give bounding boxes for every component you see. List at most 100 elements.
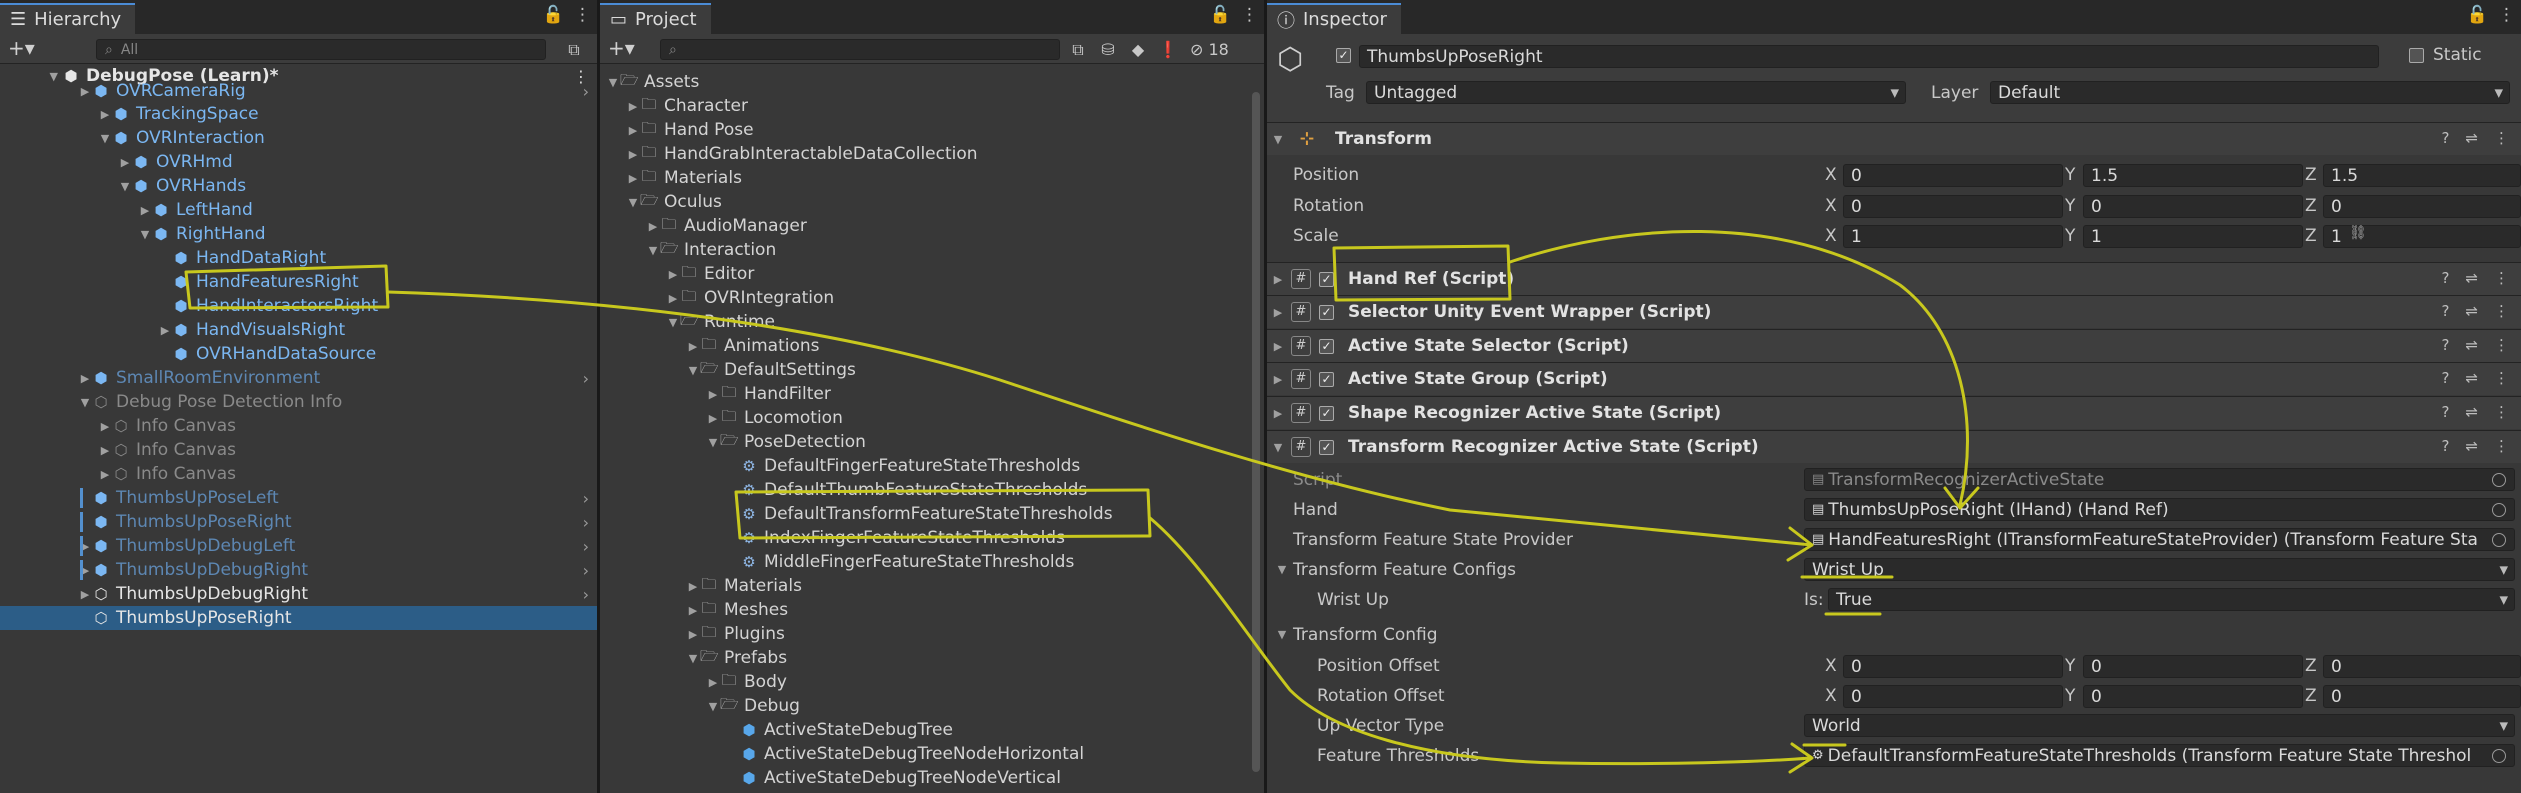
collapse-arrow-icon[interactable]: ▼ [1267,441,1289,454]
transform-component-header[interactable]: ▼ ⊹ Transform ? ⇌ ⋮ [1267,122,2521,155]
project-item[interactable]: ⚙ DefaultFingerFeatureStateThresholds [600,454,1250,478]
component-header[interactable]: ▶ # ✓ Hand Ref (Script)? ⇌ ⋮ [1267,262,2521,295]
prefab-open-icon[interactable]: › [583,561,589,580]
hierarchy-item[interactable]: ▶ ⬢ OVRCameraRig › [0,79,597,103]
project-item[interactable]: ▶ 🗀 Character [600,94,1250,118]
component-menu-icon[interactable]: ⋮ [2494,269,2509,287]
component-enabled-checkbox[interactable]: ✓ [1319,439,1334,455]
project-item[interactable]: ▶ 🗀 HandFilter [600,382,1250,406]
search-options-icon[interactable]: ⧉ [562,39,586,60]
collapse-arrow-icon[interactable]: ▼ [138,228,152,241]
collapse-arrow-icon[interactable]: ▼ [666,316,680,329]
prefab-open-icon[interactable]: › [583,82,589,101]
component-menu-icon[interactable]: ⋮ [2494,369,2509,387]
hierarchy-item[interactable]: ⬢ ThumbsUpPoseLeft › [0,486,597,510]
expand-arrow-icon[interactable]: ▶ [158,324,172,337]
collapse-arrow-icon[interactable]: ▼ [686,652,700,665]
expand-arrow-icon[interactable]: ▶ [626,148,640,161]
project-item[interactable]: ▼ 🗁 DefaultSettings [600,358,1250,382]
collapse-arrow-icon[interactable]: ▼ [646,244,660,257]
expand-arrow-icon[interactable]: ▶ [666,268,680,281]
expand-arrow-icon[interactable]: ▶ [98,108,112,121]
is-dropdown[interactable]: True [1828,588,2515,611]
component-header[interactable]: ▶ # ✓ Shape Recognizer Active State (Script… [1267,396,2521,429]
hierarchy-item[interactable]: ▶ ⬡ Info Canvas [0,462,597,486]
tab-hierarchy[interactable]: ☰ Hierarchy [0,3,136,34]
rot_offset-field[interactable]: 0 [1843,685,2063,708]
hierarchy-item[interactable]: ▶ ⬢ HandVisualsRight [0,318,597,342]
prefab-open-icon[interactable]: › [583,537,589,556]
scale-field[interactable]: 1 [2083,225,2303,248]
collapse-arrow-icon[interactable]: ▼ [706,700,720,713]
expand-arrow-icon[interactable]: ▶ [686,628,700,641]
project-item[interactable]: ▼ 🗁 Oculus [600,190,1250,214]
more-icon[interactable]: ⋮ [574,5,591,25]
rotation-field[interactable]: 0 [1843,195,2063,218]
expand-arrow-icon[interactable]: ▶ [686,604,700,617]
component-menu-icon[interactable]: ⋮ [2494,437,2509,455]
preset-icon[interactable]: ⇌ [2465,269,2478,287]
configs-dropdown[interactable]: Wrist Up [1804,558,2515,581]
help-icon[interactable]: ? [2441,129,2449,147]
expand-arrow-icon[interactable]: ▶ [646,220,660,233]
project-item[interactable]: ⚙ DefaultTransformFeatureStateThresholds [600,502,1250,526]
object-picker-icon[interactable] [2492,748,2506,763]
project-item[interactable]: ▶ 🗀 Hand Pose [600,118,1250,142]
expand-arrow-icon[interactable]: ▶ [1267,340,1289,353]
component-header[interactable]: ▶ # ✓ Active State Group (Script)? ⇌ ⋮ [1267,362,2521,395]
component-enabled-checkbox[interactable]: ✓ [1319,405,1334,421]
hierarchy-item[interactable]: ▶ ⬢ LeftHand [0,198,597,222]
collapse-arrow-icon[interactable]: ▼ [1275,628,1289,641]
hierarchy-item[interactable]: ▼ ⬢ RightHand [0,222,597,246]
object-picker-icon[interactable] [2492,472,2506,487]
component-header[interactable]: ▶ # ✓ Selector Unity Event Wrapper (Script)… [1267,295,2521,328]
project-item[interactable]: ▼ 🗁 Runtime [600,310,1250,334]
object-picker-icon[interactable] [2492,502,2506,517]
create-button[interactable]: +▾ [8,36,35,60]
expand-arrow-icon[interactable]: ▶ [98,444,112,457]
project-item[interactable]: ▶ 🗀 Body [600,670,1250,694]
label-icon[interactable]: ◆ [1126,39,1150,60]
filter-type-icon[interactable]: ⛁ [1096,39,1120,60]
preset-icon[interactable]: ⇌ [2465,369,2478,387]
hierarchy-item[interactable]: ▶ ⬡ Info Canvas [0,414,597,438]
project-item[interactable]: ▶ 🗀 Meshes [600,598,1250,622]
warning-icon[interactable]: ❗ [1156,39,1180,60]
pos_offset-field[interactable]: 0 [2323,655,2521,678]
component-enabled-checkbox[interactable]: ✓ [1319,338,1334,354]
hierarchy-item[interactable]: ⬢ OVRHandDataSource [0,342,597,366]
prefab-open-icon[interactable]: › [583,585,589,604]
expand-arrow-icon[interactable]: ▶ [118,156,132,169]
help-icon[interactable]: ? [2441,302,2449,320]
hierarchy-item[interactable]: ⬢ HandFeaturesRight [0,270,597,294]
expand-arrow-icon[interactable]: ▶ [78,85,92,98]
prefab-open-icon[interactable]: › [583,513,589,532]
project-item[interactable]: ⚙ IndexFingerFeatureStateThresholds [600,526,1250,550]
rotation-field[interactable]: 0 [2323,195,2521,218]
provider-field[interactable]: ▤ HandFeaturesRight (ITransformFeatureSta… [1804,528,2515,551]
component-menu-icon[interactable]: ⋮ [2494,336,2509,354]
hand-field[interactable]: ▤ ThumbsUpPoseRight (IHand) (Hand Ref) [1804,498,2515,521]
expand-arrow-icon[interactable]: ▶ [626,100,640,113]
expand-arrow-icon[interactable]: ▶ [78,588,92,601]
project-item[interactable]: ▶ 🗀 Plugins [600,622,1250,646]
project-item[interactable]: ⚙ DefaultThumbFeatureStateThresholds [600,478,1250,502]
up-vector-dropdown[interactable]: World [1804,714,2515,737]
hierarchy-item[interactable]: ▶ ⬡ Info Canvas [0,438,597,462]
expand-arrow-icon[interactable]: ▶ [706,676,720,689]
project-item[interactable]: ▼ 🗁 Prefabs [600,646,1250,670]
position-field[interactable]: 0 [1843,164,2063,187]
rot_offset-field[interactable]: 0 [2083,685,2303,708]
collapse-arrow-icon[interactable]: ▼ [606,76,620,89]
project-item[interactable]: ▶ 🗀 AudioManager [600,214,1250,238]
hierarchy-item[interactable]: ▼ ⬢ OVRInteraction [0,126,597,150]
tab-project[interactable]: ▭ Project [600,3,711,34]
project-item[interactable]: ▼ 🗁 Interaction [600,238,1250,262]
preset-icon[interactable]: ⇌ [2465,302,2478,320]
hierarchy-item[interactable]: ▶ ⬢ SmallRoomEnvironment › [0,366,597,390]
component-header[interactable]: ▼ # ✓ Transform Recognizer Active State (Sc… [1267,430,2521,463]
collapse-arrow-icon[interactable]: ▼ [706,436,720,449]
hierarchy-item[interactable]: ▶ ⬢ ThumbsUpDebugLeft › [0,534,597,558]
hidden-packages-button[interactable]: ⊘ 18 [1190,39,1250,60]
hierarchy-item[interactable]: ▼ ⬡ Debug Pose Detection Info [0,390,597,414]
